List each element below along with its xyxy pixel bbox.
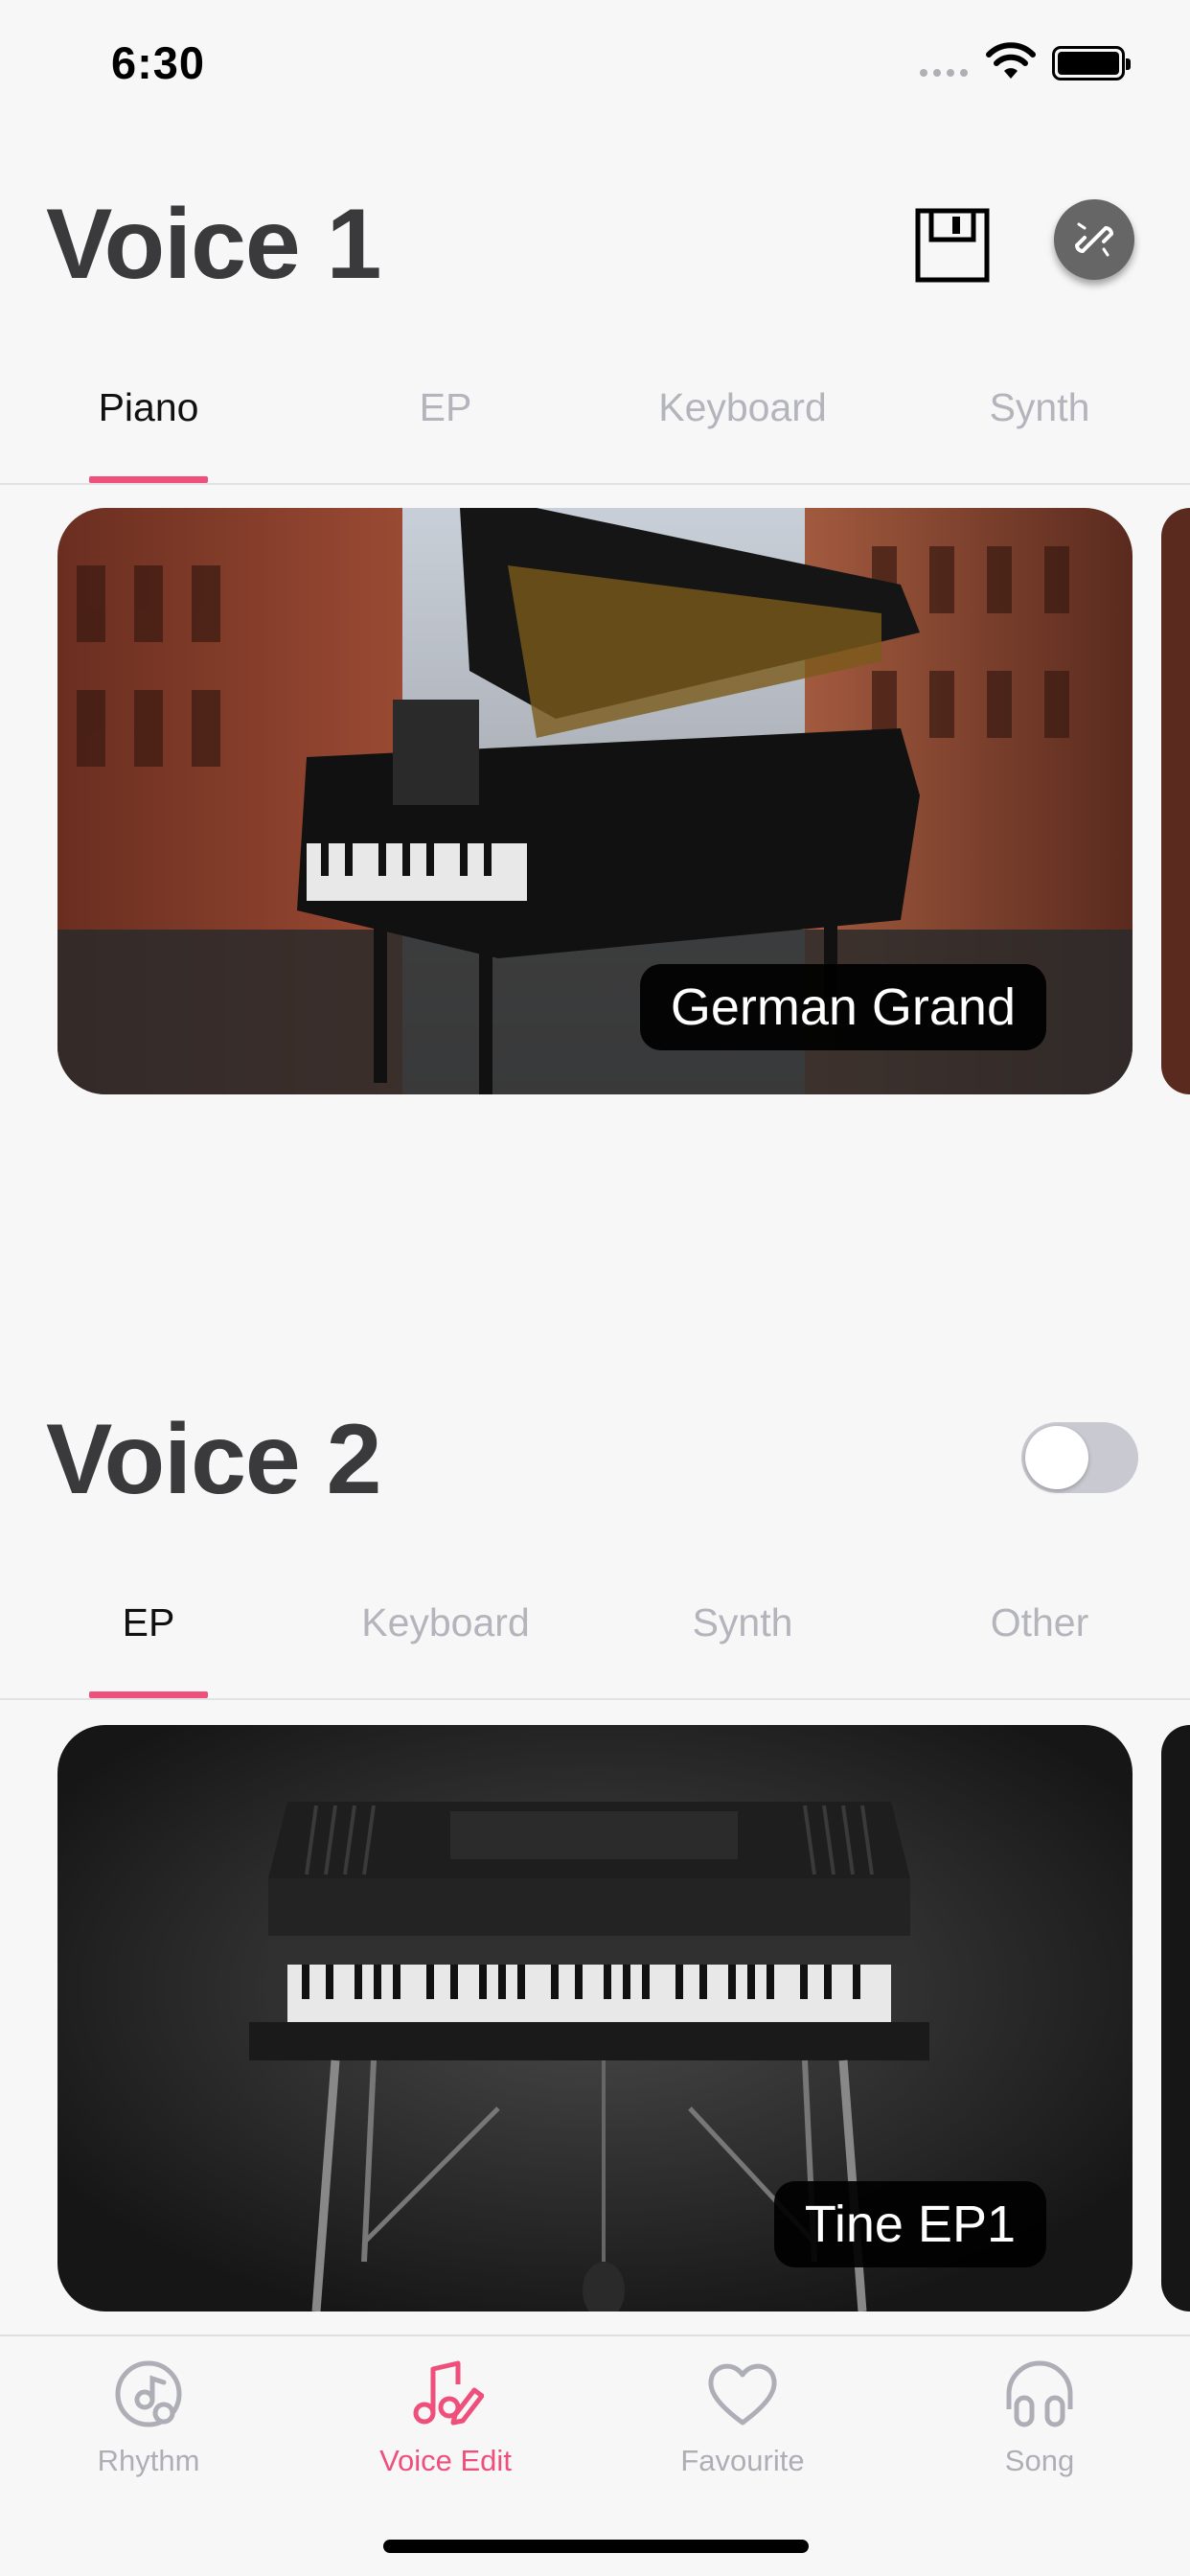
nav-rhythm[interactable]: Rhythm: [0, 2356, 297, 2478]
voice2-tab-other[interactable]: Other: [891, 1576, 1188, 1698]
broken-link-icon: [1074, 222, 1114, 257]
voice1-instrument-card[interactable]: German Grand: [57, 508, 1133, 1094]
voice2-instrument-card[interactable]: Tine EP1: [57, 1725, 1133, 2312]
wifi-icon: [986, 42, 1036, 79]
unlink-button[interactable]: [1054, 199, 1134, 280]
voice1-tab-indicator: [89, 476, 208, 483]
nav-favourite-label: Favourite: [680, 2444, 805, 2477]
vinyl-note-icon: [115, 2360, 182, 2427]
voice-edit-screen: 6:30 Voice 1 Piano EP Keyboard Synth Ger…: [0, 0, 1190, 2576]
voice2-category-tabs: EP Keyboard Synth Other: [0, 1576, 1190, 1700]
nav-song[interactable]: Song: [891, 2356, 1188, 2478]
cellular-signal-icon: [920, 69, 968, 77]
headphones-icon: [1006, 2360, 1073, 2427]
voice1-category-tabs: Piano EP Keyboard Synth: [0, 360, 1190, 485]
voice2-next-card[interactable]: [1161, 1725, 1190, 2312]
nav-favourite[interactable]: Favourite: [594, 2356, 891, 2478]
nav-voice-edit[interactable]: Voice Edit: [297, 2356, 594, 2478]
save-icon[interactable]: [914, 207, 991, 284]
nav-voice-edit-label: Voice Edit: [379, 2444, 512, 2477]
status-time: 6:30: [111, 37, 206, 88]
voice1-title: Voice 1: [46, 189, 381, 300]
voice1-tab-synth[interactable]: Synth: [891, 360, 1188, 483]
voice2-title: Voice 2: [46, 1404, 381, 1515]
music-note-pen-icon: [413, 2360, 484, 2426]
toggle-knob: [1025, 1426, 1088, 1489]
voice2-tab-synth[interactable]: Synth: [594, 1576, 891, 1698]
voice1-tab-ep[interactable]: EP: [297, 360, 594, 483]
voice1-tab-keyboard[interactable]: Keyboard: [594, 360, 891, 483]
voice1-tab-piano[interactable]: Piano: [0, 360, 297, 483]
voice2-tab-indicator: [89, 1691, 208, 1698]
voice2-tab-keyboard[interactable]: Keyboard: [297, 1576, 594, 1698]
nav-song-label: Song: [1004, 2444, 1075, 2477]
voice2-enable-toggle[interactable]: [1021, 1422, 1138, 1493]
status-bar: 6:30: [0, 0, 1190, 129]
battery-icon: [1052, 46, 1131, 80]
voice1-next-card[interactable]: [1161, 508, 1190, 1094]
heart-icon: [708, 2363, 777, 2426]
voice1-card-label: German Grand: [639, 964, 1046, 1050]
nav-rhythm-label: Rhythm: [97, 2444, 200, 2477]
voice2-tab-ep[interactable]: EP: [0, 1576, 297, 1698]
home-indicator[interactable]: [383, 2540, 809, 2553]
voice2-card-label: Tine EP1: [773, 2181, 1046, 2267]
